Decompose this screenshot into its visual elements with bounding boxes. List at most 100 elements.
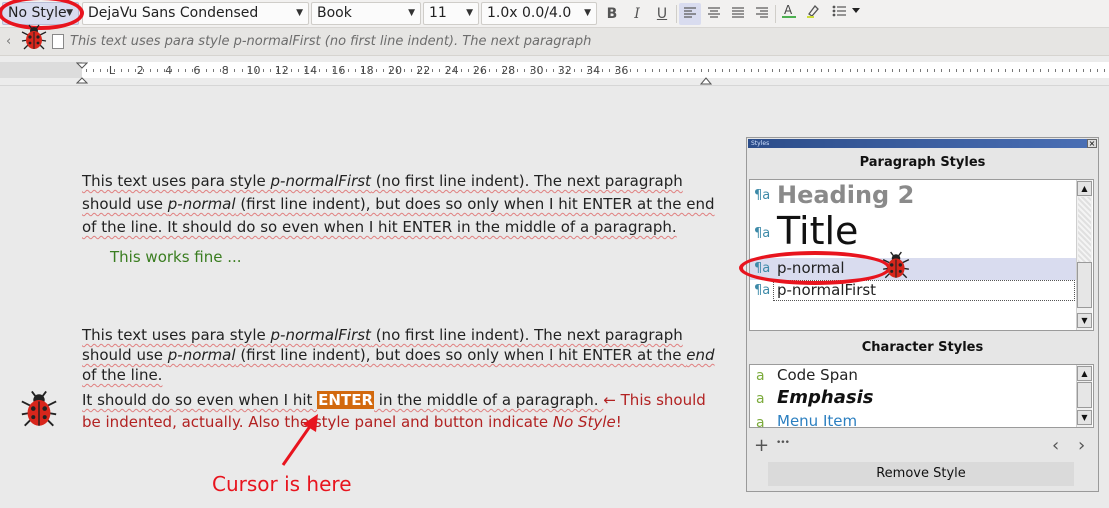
highlight-button[interactable] [802, 3, 824, 25]
ruler-tick [319, 69, 320, 72]
ruler-tick [744, 69, 745, 72]
ruler-tick [800, 69, 801, 72]
right-margin-marker-icon[interactable] [700, 75, 712, 85]
ruler-tick [941, 69, 942, 72]
ruler-tick [496, 69, 497, 72]
char-style-menu-item[interactable]: Menu Item [777, 412, 857, 427]
ruler-tick [793, 69, 794, 72]
ruler-tick [461, 69, 462, 72]
ruler-tick [482, 69, 483, 72]
bullet-list-icon [832, 5, 860, 17]
text-line: of the line. [82, 366, 163, 384]
ruler-tick [454, 69, 455, 72]
ruler-tick [425, 69, 426, 72]
ruler-tick [531, 69, 532, 72]
ruler-tick [1026, 69, 1027, 72]
styles-panel-titlebar[interactable]: Styles [748, 139, 1097, 148]
scroll-down-icon[interactable]: ▼ [1077, 313, 1092, 328]
chevron-left-icon[interactable]: ‹ [6, 34, 11, 49]
ruler-tick [864, 69, 865, 72]
ruler-tick [369, 69, 370, 72]
highlighter-icon [807, 5, 819, 18]
ruler-tick [432, 69, 433, 72]
ruler-tick [871, 69, 872, 72]
scroll-up-icon[interactable]: ▲ [1077, 366, 1092, 381]
font-size-combo[interactable]: 11 ▼ [423, 2, 479, 25]
ruler-tick [249, 69, 250, 72]
ruler-tick [906, 69, 907, 72]
para-style-heading-2[interactable]: Heading 2 [777, 181, 914, 209]
toolbar-separator [676, 5, 677, 23]
paragraph-styles-scrollbar[interactable]: ▲ ▼ [1076, 180, 1092, 330]
spacing-combo[interactable]: 1.0x 0.0/4.0 ▼ [481, 2, 597, 25]
indent-marker-icon[interactable] [76, 62, 88, 84]
text-color-button[interactable]: A [778, 3, 800, 25]
ruler-tick [722, 69, 723, 72]
align-justify-button[interactable] [727, 3, 749, 25]
ruler-tick [560, 69, 561, 72]
char-style-emphasis[interactable]: Emphasis [777, 387, 874, 408]
character-styles-scrollbar[interactable]: ▲ ▼ [1076, 365, 1092, 427]
chevron-down-icon: ▼ [296, 8, 303, 18]
paragraph-2[interactable]: This text uses para style p-normalFirst … [82, 325, 742, 385]
bold-button[interactable]: B [601, 3, 623, 25]
list-style-button[interactable] [828, 3, 864, 25]
align-center-button[interactable] [703, 3, 725, 25]
ruler-tick [199, 69, 200, 72]
ruler-tick [333, 69, 334, 72]
chevron-left-icon[interactable]: ‹ [1052, 435, 1059, 456]
underline-button[interactable]: U [651, 3, 673, 25]
ruler-tick [609, 69, 610, 72]
text-line: be indented, actually. Also the style pa… [82, 413, 622, 431]
font-style-combo[interactable]: Book ▼ [311, 2, 421, 25]
italic-button[interactable]: I [626, 3, 648, 25]
character-styles-header: Character Styles [861, 340, 984, 355]
ruler-tick [298, 69, 299, 72]
ruler-tick [538, 69, 539, 72]
ruler-tick [171, 69, 172, 72]
font-size-value: 11 [429, 5, 447, 21]
paragraph-1[interactable]: This text uses para style p-normalFirst … [82, 170, 742, 239]
ladybug-icon [882, 251, 910, 279]
align-left-button[interactable] [679, 3, 701, 25]
ruler-tick [418, 69, 419, 72]
scrollbar-thumb[interactable] [1077, 262, 1092, 308]
ruler-tick [1048, 69, 1049, 72]
ruler-tick [256, 69, 257, 72]
ruler-tick [390, 69, 391, 72]
scroll-down-icon[interactable]: ▼ [1077, 410, 1092, 425]
character-styles-list[interactable]: a Code Span a Emphasis a Menu Item [749, 364, 1094, 428]
cursor-arrow-annotation [281, 414, 318, 466]
ruler-tick [284, 69, 285, 72]
ruler-tick [956, 69, 957, 72]
ruler-tick [694, 69, 695, 72]
ruler-tick [411, 69, 412, 72]
align-right-button[interactable] [751, 3, 773, 25]
para-style-title[interactable]: Title [777, 209, 858, 253]
ruler-tick [206, 69, 207, 72]
more-options-button[interactable]: ••• [776, 438, 790, 448]
ruler-tick [630, 69, 631, 72]
ruler-tick [1076, 69, 1077, 72]
close-icon[interactable]: × [1087, 139, 1097, 148]
cursor-note: Cursor is here [212, 472, 352, 496]
add-style-button[interactable]: + [754, 435, 769, 456]
remove-style-button[interactable]: Remove Style [768, 462, 1074, 486]
text-line: of the line. It should do so even when I… [82, 218, 677, 236]
character-style-icon: a [756, 391, 765, 407]
ruler-tick [1069, 69, 1070, 72]
scrollbar-thumb[interactable] [1077, 382, 1092, 408]
ruler-tick [878, 69, 879, 72]
ruler-tick [588, 69, 589, 72]
chevron-right-icon[interactable]: › [1078, 435, 1085, 456]
ruler-tick [736, 69, 737, 72]
font-family-combo[interactable]: DejaVu Sans Condensed ▼ [82, 2, 309, 25]
ruler-tick [404, 69, 405, 72]
ruler-tick [341, 69, 342, 72]
ruler-tick [765, 69, 766, 72]
ruler-tick [970, 69, 971, 72]
scroll-up-icon[interactable]: ▲ [1077, 181, 1092, 196]
char-style-code-span[interactable]: Code Span [777, 366, 858, 384]
ruler-tick [1040, 69, 1041, 72]
paragraph-3[interactable]: It should do so even when I hit ENTER in… [82, 389, 742, 433]
